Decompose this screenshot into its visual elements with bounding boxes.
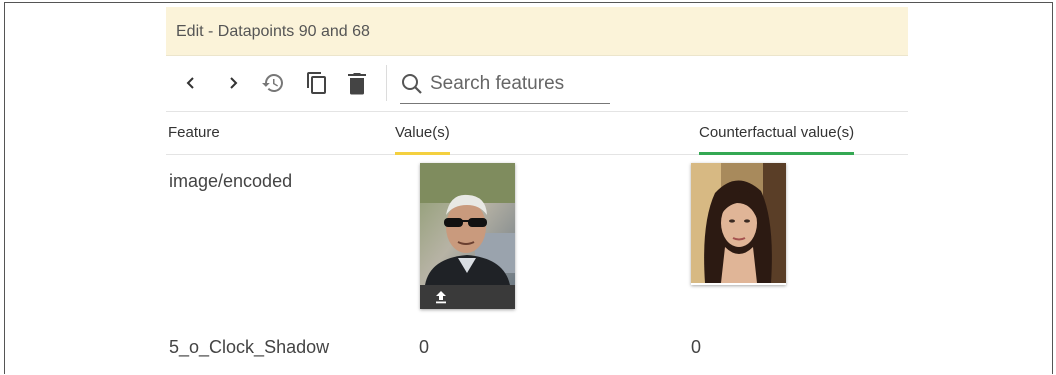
search-input[interactable] bbox=[430, 73, 600, 95]
copy-icon bbox=[307, 72, 326, 94]
next-button[interactable] bbox=[220, 70, 246, 96]
counterfactual-image bbox=[691, 163, 786, 283]
chevron-right-icon bbox=[230, 77, 238, 89]
counterfactual-accent-line bbox=[699, 152, 855, 155]
search-icon bbox=[402, 74, 422, 94]
history-button[interactable] bbox=[260, 70, 286, 96]
search-field[interactable] bbox=[400, 65, 610, 104]
column-header-feature: Feature bbox=[168, 124, 220, 141]
counterfactual-image-card bbox=[691, 163, 786, 285]
duplicate-button[interactable] bbox=[304, 70, 330, 96]
feature-label: 5_o_Clock_Shadow bbox=[169, 337, 330, 357]
column-header-counterfactual: Counterfactual value(s) bbox=[699, 112, 855, 155]
previous-button[interactable] bbox=[178, 70, 204, 96]
panel-title: Edit - Datapoints 90 and 68 bbox=[176, 23, 370, 40]
panel-title-bar: Edit - Datapoints 90 and 68 bbox=[166, 7, 908, 56]
value-field[interactable]: 0 bbox=[419, 337, 429, 358]
column-header-values: Value(s) bbox=[395, 112, 450, 155]
trash-icon bbox=[348, 73, 366, 95]
upload-image-button[interactable] bbox=[420, 285, 515, 309]
app-frame: Edit - Datapoints 90 and 68 Feature Valu… bbox=[4, 2, 1053, 374]
toolbar bbox=[166, 59, 908, 109]
value-image-card bbox=[420, 163, 515, 309]
value-image bbox=[420, 163, 515, 285]
feature-label: image/encoded bbox=[169, 171, 293, 191]
chevron-left-icon bbox=[186, 77, 194, 89]
values-accent-line bbox=[395, 152, 450, 155]
table-header: Feature Value(s) Counterfactual value(s) bbox=[166, 111, 908, 155]
delete-button[interactable] bbox=[344, 70, 370, 96]
toolbar-divider bbox=[386, 65, 387, 101]
counterfactual-value-field: 0 bbox=[691, 337, 702, 357]
history-icon bbox=[262, 74, 283, 92]
upload-icon bbox=[436, 291, 446, 304]
